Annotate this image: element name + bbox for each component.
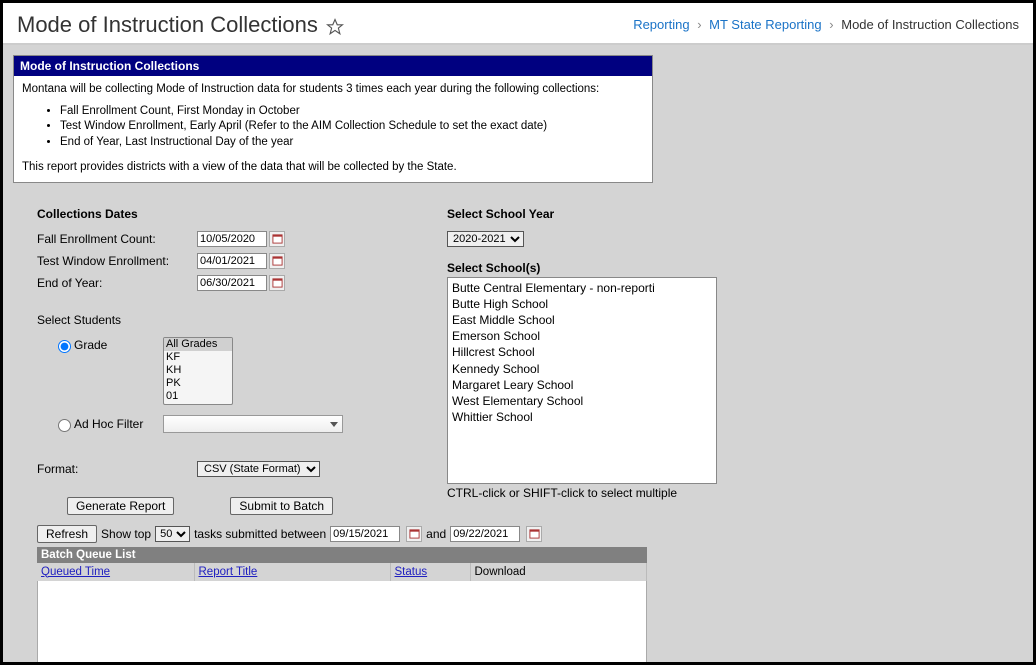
breadcrumb-current: Mode of Instruction Collections <box>841 17 1019 32</box>
format-label: Format: <box>37 462 197 476</box>
chevron-right-icon: › <box>829 17 833 32</box>
school-option[interactable]: Whittier School <box>452 409 712 425</box>
panel-outro: This report provides districts with a vi… <box>22 160 644 176</box>
test-window-label: Test Window Enrollment: <box>37 254 197 268</box>
format-select[interactable]: CSV (State Format) <box>197 461 320 477</box>
favorite-star-icon[interactable] <box>326 16 344 34</box>
batch-queue-body <box>37 581 647 665</box>
school-option[interactable]: Hillcrest School <box>452 344 712 360</box>
grade-option[interactable]: PK <box>164 377 232 390</box>
calendar-icon[interactable] <box>526 526 542 542</box>
grade-option[interactable]: KF <box>164 351 232 364</box>
batch-to-date-input[interactable] <box>450 526 520 542</box>
col-report-title[interactable]: Report Title <box>194 563 390 581</box>
grade-option[interactable]: All Grades <box>164 338 232 351</box>
select-students-heading: Select Students <box>37 313 417 327</box>
select-schools-label: Select School(s) <box>447 261 737 275</box>
adhoc-filter-select[interactable] <box>163 415 343 433</box>
generate-report-button[interactable]: Generate Report <box>67 497 174 515</box>
tasks-between-label: tasks submitted between <box>194 527 326 541</box>
school-option[interactable]: Butte Central Elementary - non-reporti <box>452 280 712 296</box>
calendar-icon[interactable] <box>269 253 285 269</box>
end-of-year-label: End of Year: <box>37 276 197 290</box>
calendar-icon[interactable] <box>269 275 285 291</box>
breadcrumb-reporting[interactable]: Reporting <box>633 17 689 32</box>
panel-bullet-list: Fall Enrollment Count, First Monday in O… <box>22 104 644 151</box>
show-top-label: Show top <box>101 527 151 541</box>
school-option[interactable]: Butte High School <box>452 296 712 312</box>
school-option[interactable]: Margaret Leary School <box>452 377 712 393</box>
panel-bullet: End of Year, Last Instructional Day of t… <box>60 135 644 151</box>
header-bar: Mode of Instruction Collections Reportin… <box>3 3 1033 45</box>
school-option[interactable]: West Elementary School <box>452 393 712 409</box>
grade-radio-label: Grade <box>74 338 107 352</box>
grade-select[interactable]: All Grades KF KH PK 01 <box>163 337 233 405</box>
adhoc-radio-label: Ad Hoc Filter <box>74 417 143 431</box>
grade-option[interactable]: 01 <box>164 390 232 403</box>
fall-enrollment-date-input[interactable] <box>197 231 267 247</box>
panel-bullet: Test Window Enrollment, Early April (Ref… <box>60 119 644 135</box>
collections-dates-heading: Collections Dates <box>37 207 417 221</box>
panel-intro: Montana will be collecting Mode of Instr… <box>22 82 644 98</box>
col-download: Download <box>470 563 647 581</box>
select-school-year-label: Select School Year <box>447 207 737 221</box>
adhoc-radio[interactable] <box>58 419 71 432</box>
grade-radio[interactable] <box>58 340 71 353</box>
panel-bullet: Fall Enrollment Count, First Monday in O… <box>60 104 644 120</box>
school-list[interactable]: Butte Central Elementary - non-reporti B… <box>447 277 717 484</box>
breadcrumb: Reporting › MT State Reporting › Mode of… <box>633 17 1019 32</box>
multi-select-hint: CTRL-click or SHIFT-click to select mult… <box>447 486 737 500</box>
batch-from-date-input[interactable] <box>330 526 400 542</box>
grade-option[interactable]: KH <box>164 364 232 377</box>
info-panel: Mode of Instruction Collections Montana … <box>13 55 653 183</box>
end-of-year-date-input[interactable] <box>197 275 267 291</box>
calendar-icon[interactable] <box>269 231 285 247</box>
school-year-select[interactable]: 2020-2021 <box>447 231 524 247</box>
test-window-date-input[interactable] <box>197 253 267 269</box>
show-top-select[interactable]: 50 <box>155 526 190 542</box>
and-label: and <box>426 527 446 541</box>
chevron-right-icon: › <box>697 17 701 32</box>
page-title: Mode of Instruction Collections <box>17 12 318 38</box>
refresh-button[interactable]: Refresh <box>37 525 97 543</box>
col-queued-time[interactable]: Queued Time <box>37 563 194 581</box>
submit-to-batch-button[interactable]: Submit to Batch <box>230 497 333 515</box>
batch-queue-title: Batch Queue List <box>37 547 647 563</box>
batch-queue-table: Queued Time Report Title Status Download <box>37 563 647 581</box>
fall-enrollment-label: Fall Enrollment Count: <box>37 232 197 246</box>
calendar-icon[interactable] <box>406 526 422 542</box>
school-option[interactable]: Emerson School <box>452 328 712 344</box>
school-option[interactable]: East Middle School <box>452 312 712 328</box>
breadcrumb-state-reporting[interactable]: MT State Reporting <box>709 17 821 32</box>
panel-title: Mode of Instruction Collections <box>14 56 652 76</box>
school-option[interactable]: Kennedy School <box>452 361 712 377</box>
col-status[interactable]: Status <box>390 563 470 581</box>
